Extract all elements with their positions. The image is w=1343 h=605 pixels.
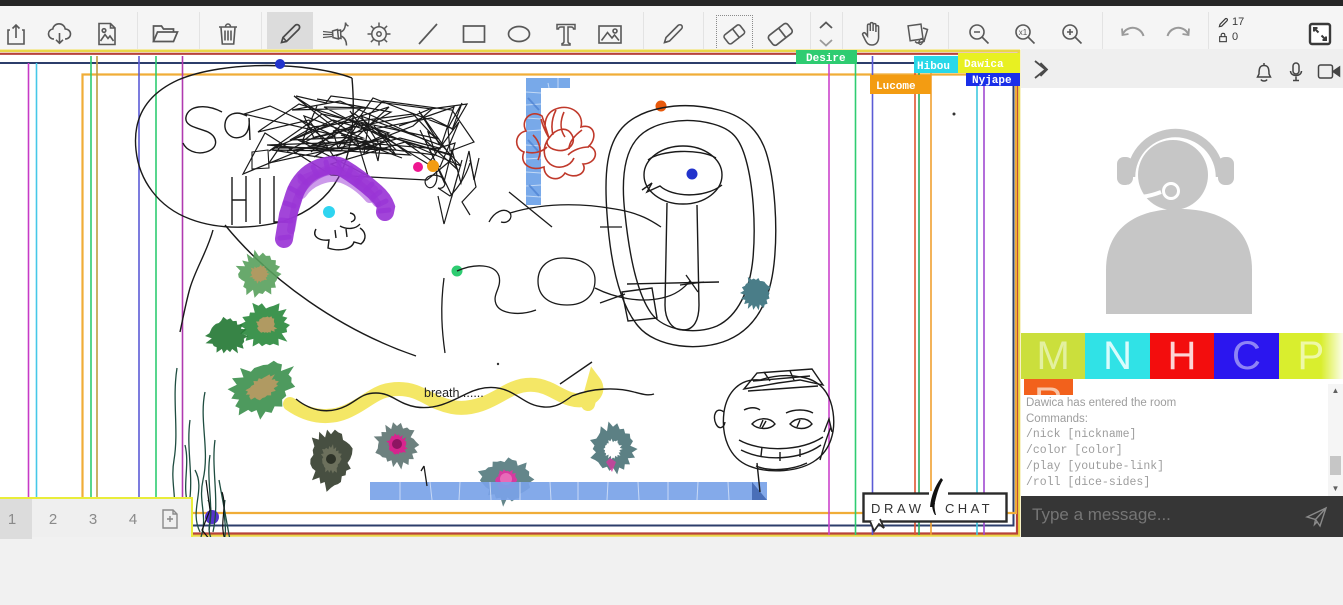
svg-text:Nyjape: Nyjape: [972, 75, 1012, 87]
svg-text:breath.......: breath.......: [424, 386, 484, 400]
svg-text:Lucome: Lucome: [876, 81, 916, 93]
svg-text:CHAT: CHAT: [945, 501, 993, 516]
svg-text:Desire: Desire: [806, 53, 846, 65]
svg-text:Hibou: Hibou: [917, 61, 950, 73]
svg-text:Dawica: Dawica: [964, 59, 1004, 71]
svg-text:DRAW: DRAW: [871, 501, 925, 516]
svg-text:x1: x1: [1019, 28, 1028, 37]
